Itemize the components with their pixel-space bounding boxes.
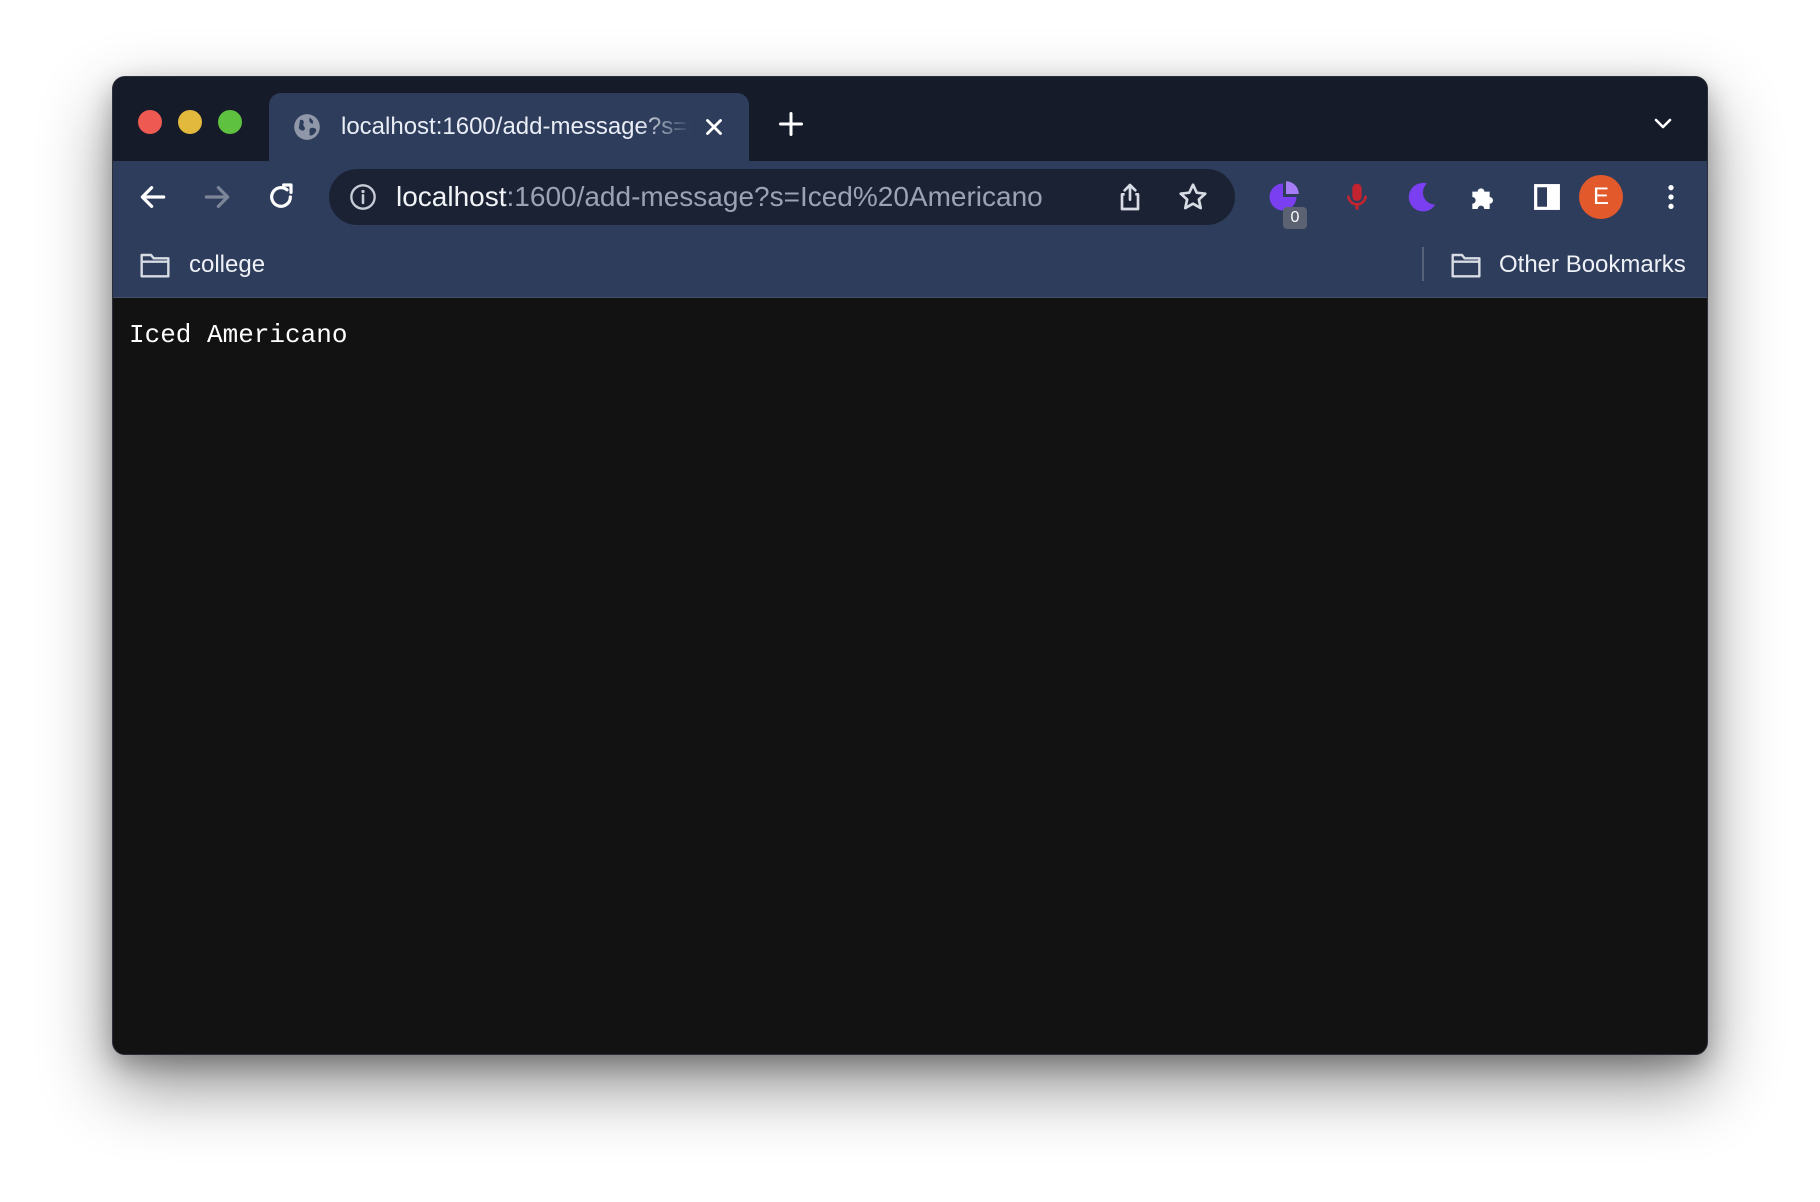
close-tab-icon[interactable] bbox=[701, 114, 727, 140]
info-icon[interactable] bbox=[349, 183, 377, 211]
toolbar: localhost:1600/add-message?s=Iced%20Amer… bbox=[113, 161, 1707, 233]
puzzle-icon[interactable] bbox=[1467, 181, 1499, 213]
tab-title: localhost:1600/add-message?s=Iced%20Amer… bbox=[341, 113, 691, 140]
url-host: localhost bbox=[396, 181, 507, 212]
page-content: Iced Americano bbox=[113, 298, 1707, 1054]
globe-icon bbox=[294, 114, 320, 140]
folder-icon bbox=[140, 253, 170, 278]
bookmarks-divider bbox=[1422, 247, 1424, 281]
microphone-icon[interactable] bbox=[1341, 181, 1373, 213]
zoom-window-button[interactable] bbox=[218, 110, 242, 134]
close-window-button[interactable] bbox=[138, 110, 162, 134]
star-icon[interactable] bbox=[1177, 181, 1209, 213]
tab-strip: localhost:1600/add-message?s=Iced%20Amer… bbox=[113, 77, 1707, 161]
side-panel-icon[interactable] bbox=[1531, 181, 1563, 213]
share-icon[interactable] bbox=[1114, 181, 1146, 213]
active-tab[interactable]: localhost:1600/add-message?s=Iced%20Amer… bbox=[269, 93, 749, 161]
bookmarks-bar: college Other Bookmarks bbox=[113, 233, 1707, 298]
kebab-menu-icon[interactable] bbox=[1655, 181, 1687, 213]
bookmark-label: college bbox=[189, 251, 266, 278]
address-bar[interactable]: localhost:1600/add-message?s=Iced%20Amer… bbox=[329, 169, 1235, 225]
extension-badge: 0 bbox=[1283, 207, 1307, 229]
chevron-down-icon[interactable] bbox=[1651, 115, 1675, 133]
minimize-window-button[interactable] bbox=[178, 110, 202, 134]
arrow-right-icon[interactable] bbox=[201, 181, 233, 213]
reload-icon[interactable] bbox=[265, 181, 297, 213]
new-tab-icon[interactable] bbox=[777, 110, 805, 138]
moon-icon[interactable] bbox=[1403, 179, 1439, 215]
url-path: :1600/add-message?s=Iced%20Americano bbox=[506, 181, 1043, 212]
other-bookmarks-label: Other Bookmarks bbox=[1499, 251, 1686, 278]
browser-window: localhost:1600/add-message?s=Iced%20Amer… bbox=[112, 76, 1708, 1055]
arrow-left-icon[interactable] bbox=[137, 181, 169, 213]
avatar[interactable]: E bbox=[1579, 175, 1623, 219]
folder-icon bbox=[1451, 253, 1481, 278]
url-text[interactable]: localhost:1600/add-message?s=Iced%20Amer… bbox=[396, 169, 1043, 225]
message-text: Iced Americano bbox=[129, 320, 348, 350]
